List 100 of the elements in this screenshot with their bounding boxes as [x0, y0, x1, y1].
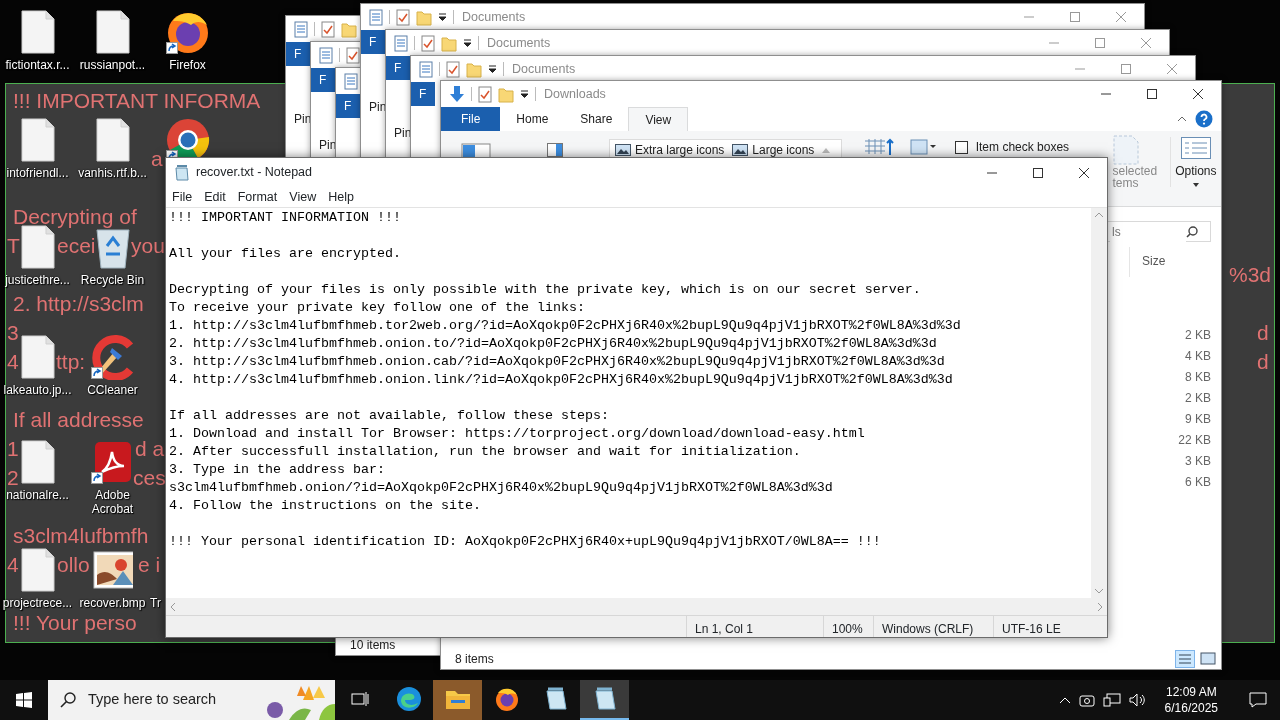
thumbnail-icon: [732, 144, 749, 156]
file-tab[interactable]: F: [311, 68, 335, 92]
file-size: 3 KB: [1185, 453, 1211, 470]
icon-label[interactable]: Recycle Bin: [80, 273, 145, 287]
maximize-icon: [1033, 167, 1043, 178]
checklist-icon[interactable]: [346, 46, 360, 64]
maximize-icon: [1147, 89, 1157, 99]
file-size: 22 KB: [1178, 432, 1211, 449]
pane-icon[interactable]: [461, 143, 491, 157]
icon-label[interactable]: nationalre...: [6, 488, 69, 502]
wallpaper-text: 4: [7, 553, 19, 577]
sort-columns-icon[interactable]: [863, 138, 894, 156]
wallpaper-text: ollo: [57, 553, 90, 577]
horizontal-scrollbar[interactable]: [166, 598, 1107, 615]
checkbox-row[interactable]: Item check boxes: [954, 138, 1113, 156]
layout-option[interactable]: Extra large icons: [614, 141, 725, 159]
icon-label[interactable]: Firefox: [169, 58, 206, 72]
close-icon: [1079, 167, 1089, 178]
document-icon[interactable]: [344, 72, 358, 90]
ribbon-tab[interactable]: Home: [500, 107, 565, 131]
clock[interactable]: 12:09 AM 6/16/2025: [1154, 684, 1228, 716]
options-button[interactable]: Options: [1169, 137, 1221, 187]
close-icon: [1141, 38, 1151, 48]
wallpaper-text: d: [1257, 321, 1269, 345]
caret-icon[interactable]: [438, 13, 447, 21]
scroll-left-icon: [170, 602, 175, 611]
volume-icon[interactable]: [1128, 693, 1147, 707]
icon-label[interactable]: intofriendl...: [6, 166, 69, 180]
windows-icon: [16, 692, 32, 708]
caret-icon[interactable]: [488, 65, 497, 73]
icon-label[interactable]: Adobe Acrobat: [82, 488, 143, 516]
network-icon[interactable]: [1102, 693, 1121, 707]
search-box[interactable]: ls: [1107, 221, 1211, 242]
wallpaper-text: 4: [7, 350, 19, 374]
scroll-down-icon: [1095, 589, 1103, 594]
wallpaper-text: 1: [7, 437, 19, 461]
status-text: 8 items: [455, 651, 494, 668]
caret-icon[interactable]: [463, 39, 472, 47]
camera-icon[interactable]: [1078, 693, 1095, 707]
thumbnail-icon: [614, 144, 631, 156]
ribbon-tab[interactable]: File: [441, 107, 501, 131]
file-tab[interactable]: F: [336, 94, 360, 118]
close-icon: [1193, 89, 1203, 99]
icon-label[interactable]: CCleaner: [87, 383, 138, 397]
text-line: 3. Type in the address bar:: [169, 461, 386, 479]
checklist-icon[interactable]: [321, 20, 335, 38]
task-view-icon[interactable]: [350, 691, 369, 707]
window-title: recover.txt - Notepad: [196, 164, 313, 182]
file-size: 2 KB: [1185, 390, 1211, 407]
file-size: 6 KB: [1185, 474, 1211, 491]
file-tab[interactable]: F: [411, 82, 435, 106]
help-icon[interactable]: [1195, 110, 1213, 128]
firefox-icon[interactable]: [493, 686, 520, 712]
checkbox[interactable]: [954, 140, 968, 154]
checklist-icon[interactable]: [446, 60, 460, 78]
menu-item[interactable]: File: [166, 187, 199, 207]
search-field[interactable]: Type here to search: [88, 689, 263, 711]
status-text: 10 items: [350, 637, 396, 654]
menu-item[interactable]: Format: [231, 187, 284, 207]
edge-icon[interactable]: [395, 686, 422, 712]
file-tab[interactable]: F: [286, 42, 310, 66]
ribbon-tab[interactable]: View: [628, 107, 689, 131]
scroll-up-icon[interactable]: [822, 147, 831, 153]
wallpaper-text: 2: [7, 466, 19, 490]
checklist-icon[interactable]: [478, 85, 492, 103]
wallpaper-text: d a: [135, 437, 165, 461]
add-columns-icon[interactable]: [909, 138, 936, 156]
icon-label[interactable]: vanhis.rtf.b...: [78, 166, 147, 180]
vertical-scrollbar[interactable]: [1091, 208, 1107, 598]
ribbon-tab[interactable]: Share: [564, 107, 629, 131]
icon-label[interactable]: fictiontax.r...: [5, 58, 70, 72]
folder-icon[interactable]: [444, 688, 471, 710]
caret-icon: [1192, 183, 1199, 187]
wallpaper-text: s3clm4lufbmfh: [13, 524, 149, 548]
menu-item[interactable]: View: [283, 187, 323, 207]
ribbon-label: selected: [1112, 165, 1159, 177]
preview-pane-icon[interactable]: [547, 143, 563, 157]
search-box[interactable]: Type here to search: [48, 680, 335, 720]
menu-item[interactable]: Edit: [198, 187, 232, 207]
icon-label[interactable]: recover.bmp: [79, 596, 146, 610]
file-tab[interactable]: F: [386, 56, 410, 80]
window-title: Downloads: [544, 85, 606, 103]
layout-option[interactable]: Large icons: [732, 141, 815, 159]
file-tab[interactable]: F: [361, 30, 385, 54]
icon-label[interactable]: Tr: [150, 596, 161, 610]
scroll-right-icon: [1098, 602, 1103, 611]
wallpaper-text: e i: [138, 553, 161, 577]
column-header[interactable]: Size: [1129, 247, 1209, 277]
status-text: Ln 1, Col 1: [686, 616, 823, 637]
menu-item[interactable]: Help: [322, 187, 360, 207]
checklist-icon[interactable]: [396, 8, 410, 26]
caret-icon[interactable]: [520, 90, 529, 98]
checklist-icon[interactable]: [421, 34, 435, 52]
text-line: s3clm4lufbmfhmeb.onion/?id=AoXqokp0F2cPHXj6R40x%2bupL9Qu9q4pjV1jbRXOT%2f0WL8A%3d%3d: [169, 479, 834, 497]
details-view-icon[interactable]: [1175, 650, 1195, 668]
download-arrow-icon[interactable]: [449, 85, 465, 103]
thumbnail-view-icon[interactable]: [1199, 650, 1217, 668]
icon-label[interactable]: russianpot...: [79, 58, 146, 72]
wallpaper-text: 3: [7, 321, 19, 345]
taskbar-app[interactable]: [580, 680, 629, 720]
